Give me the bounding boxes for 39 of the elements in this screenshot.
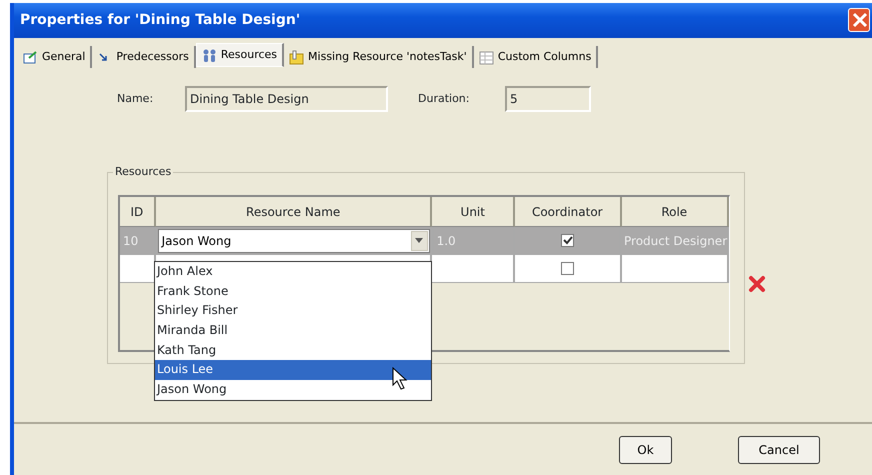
field-label: Duration: bbox=[418, 90, 470, 107]
table-cell: Product Designer bbox=[621, 227, 729, 255]
people-icon bbox=[202, 48, 217, 62]
dropdown-option[interactable]: Frank Stone bbox=[155, 282, 431, 302]
text-field[interactable]: Dining Table Design bbox=[185, 86, 388, 112]
tab[interactable]: Resources bbox=[196, 43, 284, 67]
mouse-cursor-icon bbox=[392, 367, 410, 391]
column-header[interactable]: Coordinator bbox=[515, 197, 622, 227]
column-header[interactable]: Unit bbox=[432, 197, 516, 227]
table-cell: 1.0 bbox=[434, 227, 516, 255]
edit-icon bbox=[23, 50, 38, 64]
close-button[interactable] bbox=[848, 8, 870, 32]
window-title: Properties for 'Dining Table Design' bbox=[20, 11, 300, 30]
resource-combo-box[interactable]: Jason Wong bbox=[158, 228, 430, 252]
text-field[interactable]: 5 bbox=[505, 86, 591, 112]
tab[interactable]: General bbox=[18, 46, 92, 68]
dropdown-option[interactable]: Louis Lee bbox=[155, 360, 431, 380]
checkbox[interactable] bbox=[560, 234, 574, 247]
delete-icon[interactable] bbox=[748, 275, 766, 293]
dropdown-option[interactable]: John Alex bbox=[155, 262, 431, 282]
dialog-button[interactable]: Ok bbox=[619, 436, 672, 464]
dropdown-option[interactable]: Shirley Fisher bbox=[155, 301, 431, 322]
dropdown-option[interactable]: Miranda Bill bbox=[155, 321, 431, 341]
field-label: Name: bbox=[117, 90, 154, 107]
dropdown-option[interactable]: Jason Wong bbox=[155, 380, 431, 400]
column-header[interactable]: ID bbox=[120, 197, 156, 227]
dropdown-button[interactable] bbox=[410, 230, 428, 250]
checkbox[interactable] bbox=[560, 262, 574, 275]
dropdown-option[interactable]: Kath Tang bbox=[155, 340, 431, 360]
caret-icon bbox=[415, 238, 424, 243]
folder-icon bbox=[289, 50, 304, 64]
table-cell: 10 bbox=[120, 227, 156, 255]
dialog-button[interactable]: Cancel bbox=[738, 436, 820, 464]
table-icon bbox=[478, 50, 494, 64]
check-icon bbox=[562, 235, 573, 246]
tab[interactable]: Missing Resource 'notesTask' bbox=[284, 46, 474, 68]
column-header[interactable]: Resource Name bbox=[156, 197, 432, 227]
tab[interactable]: Custom Columns bbox=[474, 46, 598, 68]
column-header[interactable]: Role bbox=[622, 197, 729, 227]
